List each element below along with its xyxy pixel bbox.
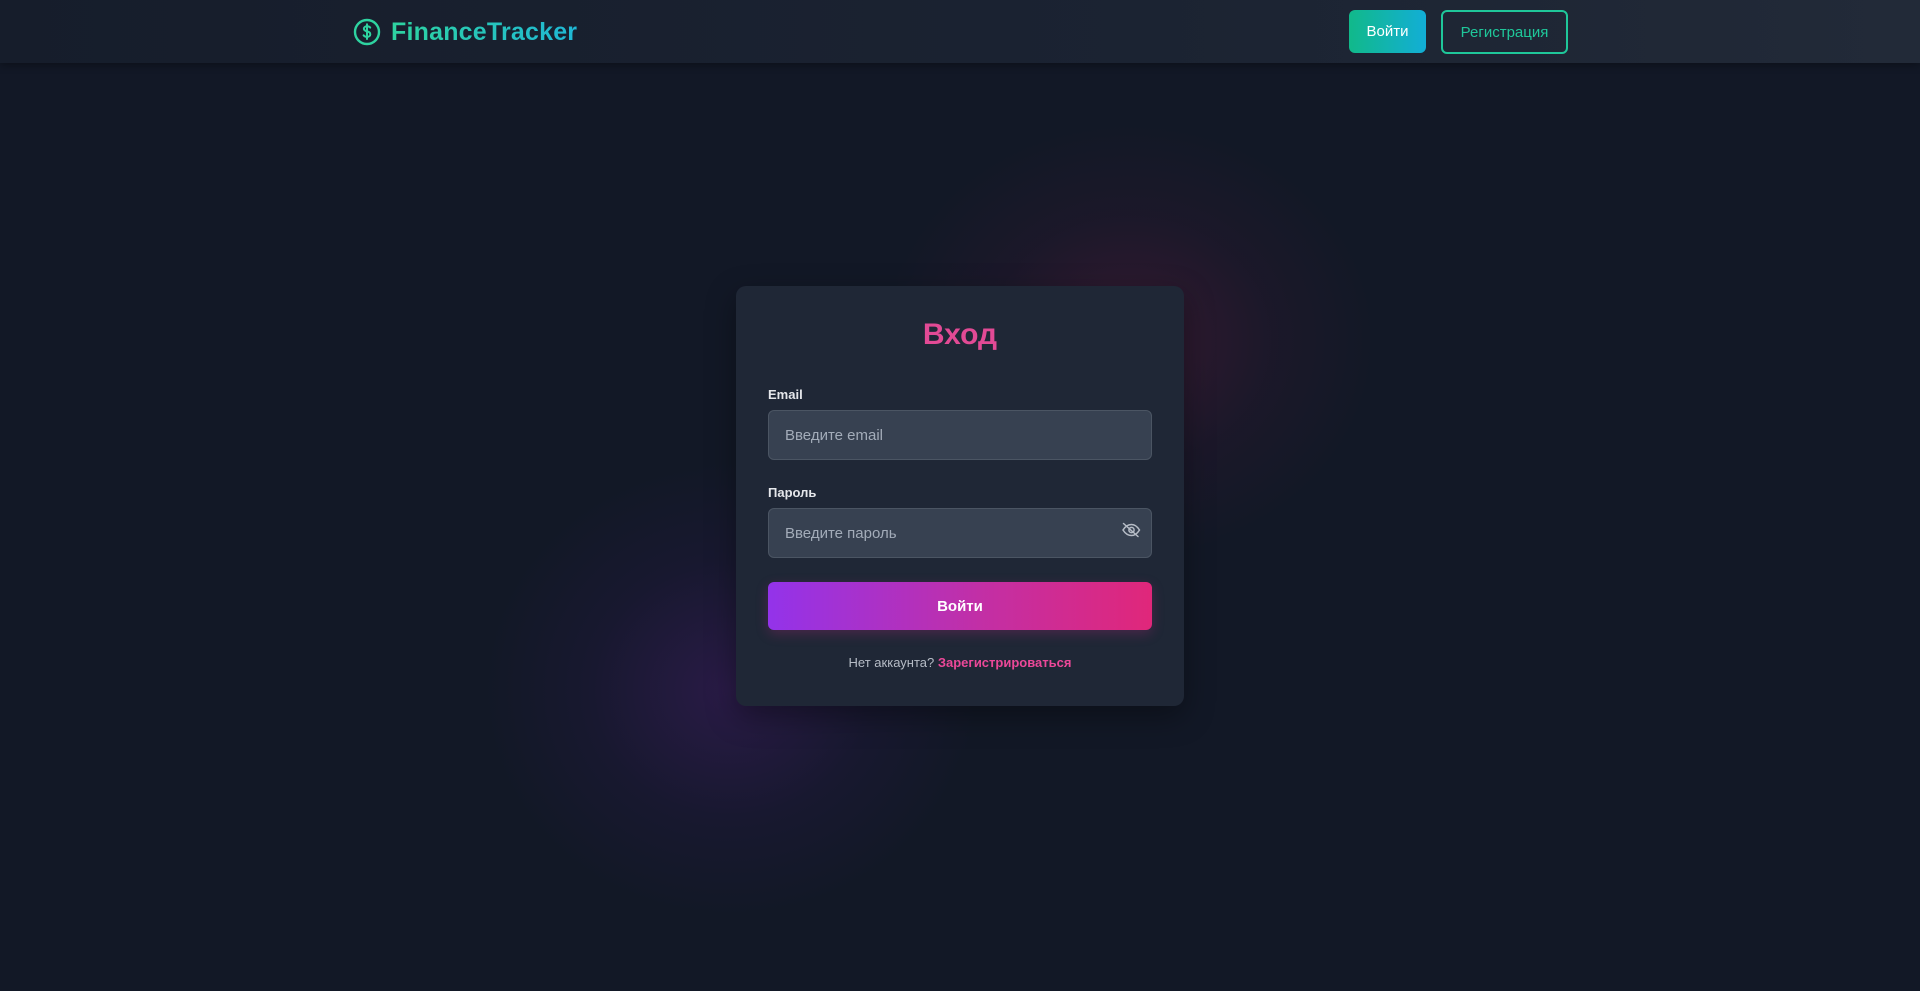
- register-link[interactable]: Зарегистрироваться: [938, 655, 1072, 670]
- login-card: Вход Email Пароль Войти Нет аккаунта? За…: [736, 286, 1184, 706]
- register-prompt: Нет аккаунта? Зарегистрироваться: [736, 655, 1184, 670]
- password-label: Пароль: [768, 485, 817, 500]
- no-account-text: Нет аккаунта?: [848, 655, 935, 670]
- header-login-button[interactable]: Войти: [1349, 10, 1426, 53]
- brand-logo[interactable]: FinanceTracker: [353, 17, 577, 47]
- email-input[interactable]: [768, 410, 1152, 460]
- top-navbar: FinanceTracker Войти Регистрация: [0, 0, 1920, 63]
- email-label: Email: [768, 387, 803, 402]
- password-input[interactable]: [768, 508, 1152, 558]
- eye-off-icon[interactable]: [1120, 520, 1142, 540]
- brand-name: FinanceTracker: [391, 17, 578, 46]
- login-title: Вход: [922, 318, 998, 351]
- login-submit-button[interactable]: Войти: [768, 582, 1152, 630]
- dollar-circle-icon: [353, 18, 381, 46]
- header-register-button[interactable]: Регистрация: [1441, 10, 1568, 54]
